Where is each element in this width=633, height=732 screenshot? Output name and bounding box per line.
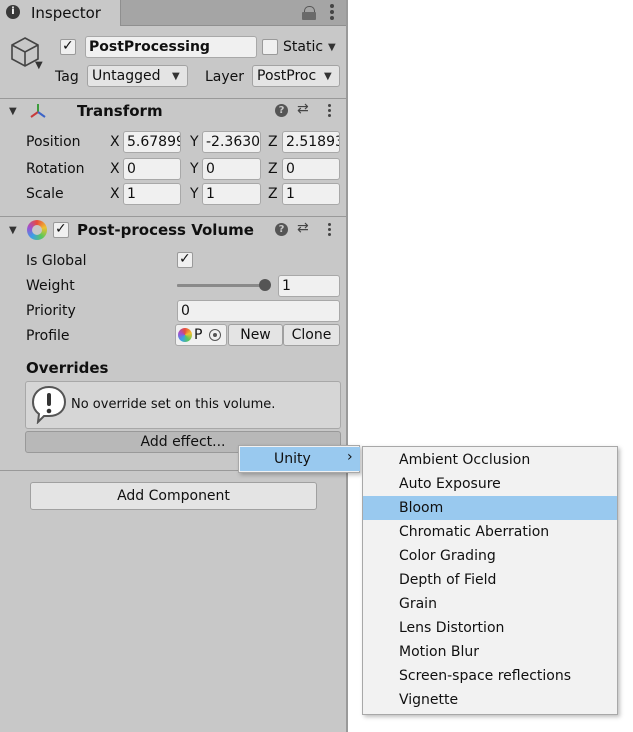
static-dropdown-icon[interactable]: ▼	[328, 42, 336, 53]
color-wheel-center	[32, 225, 42, 235]
menu-item-auto-exposure[interactable]: Auto Exposure	[363, 472, 617, 496]
tag-value: Untagged	[92, 68, 161, 84]
profile-label: Profile	[26, 328, 70, 344]
new-profile-button[interactable]: New	[228, 324, 283, 346]
axis-y-label[interactable]: Y	[190, 132, 199, 152]
axis-y-label[interactable]: Y	[190, 184, 199, 204]
check-mark-icon: ✓	[62, 38, 74, 54]
static-checkbox[interactable]	[262, 39, 278, 55]
weight-slider-track[interactable]	[177, 284, 269, 287]
menu-item-chromatic-aberration[interactable]: Chromatic Aberration	[363, 520, 617, 544]
scale-label: Scale	[26, 186, 64, 202]
layer-value: PostProc	[257, 68, 317, 84]
lock-icon-body	[302, 12, 316, 20]
object-name-field[interactable]: PostProcessing	[85, 36, 257, 58]
layer-label: Layer	[205, 69, 245, 85]
help-icon[interactable]: ?	[275, 223, 288, 236]
transform-axes-icon	[30, 104, 46, 118]
weight-label: Weight	[26, 278, 75, 294]
transform-title: Transform	[77, 102, 163, 120]
preset-icon[interactable]: ⇄	[297, 220, 309, 236]
object-picker-dot	[213, 333, 217, 337]
help-icon[interactable]: ?	[275, 104, 288, 117]
rotation-z-field[interactable]: 0	[282, 158, 340, 180]
axis-z-label[interactable]: Z	[268, 184, 278, 204]
menu-item-grain[interactable]: Grain	[363, 592, 617, 616]
menu-item-bloom[interactable]: Bloom	[363, 496, 617, 520]
tab-title: Inspector	[31, 4, 101, 22]
more-menu-icon[interactable]	[330, 4, 334, 8]
layer-chevron-down-icon: ▼	[324, 71, 332, 82]
menu-item-unity-label: Unity	[274, 451, 311, 467]
menu-item-depth-of-field[interactable]: Depth of Field	[363, 568, 617, 592]
axis-x-label[interactable]: X	[110, 132, 120, 152]
preset-icon[interactable]: ⇄	[297, 101, 309, 117]
rotation-y-field[interactable]: 0	[202, 158, 261, 180]
component-menu-icon[interactable]	[328, 223, 331, 226]
static-label: Static	[283, 39, 324, 55]
menu-item-screen-space-reflections[interactable]: Screen-space reflections	[363, 664, 617, 688]
weight-value-field[interactable]: 1	[278, 275, 340, 297]
axis-x-label[interactable]: X	[110, 159, 120, 179]
scale-x-field[interactable]: 1	[123, 183, 181, 205]
overrides-heading: Overrides	[26, 359, 109, 377]
position-label: Position	[26, 134, 81, 150]
info-icon: i	[6, 5, 20, 19]
profile-asset-icon	[178, 328, 192, 342]
foldout-arrow-icon[interactable]: ▼	[9, 225, 17, 236]
axis-z-label[interactable]: Z	[268, 132, 278, 152]
position-z-field[interactable]: 2.51893	[282, 131, 340, 153]
no-override-message: No override set on this volume.	[71, 397, 276, 412]
scale-z-field[interactable]: 1	[282, 183, 340, 205]
component-menu-icon[interactable]	[328, 104, 331, 107]
weight-slider-thumb[interactable]	[259, 279, 271, 291]
check-mark-icon: ✓	[55, 221, 67, 237]
priority-label: Priority	[26, 303, 76, 319]
add-component-button[interactable]: Add Component	[30, 482, 317, 510]
position-x-field[interactable]: 5.67899	[123, 131, 181, 153]
clone-profile-button[interactable]: Clone	[283, 324, 340, 346]
chevron-right-icon: ›	[347, 449, 353, 465]
menu-item-ambient-occlusion[interactable]: Ambient Occlusion	[363, 448, 617, 472]
menu-item-motion-blur[interactable]: Motion Blur	[363, 640, 617, 664]
menu-item-vignette[interactable]: Vignette	[363, 688, 617, 712]
scale-y-field[interactable]: 1	[202, 183, 261, 205]
panel-divider[interactable]	[346, 0, 348, 732]
position-y-field[interactable]: -2.3630	[202, 131, 261, 153]
divider	[0, 216, 346, 217]
rotation-x-field[interactable]: 0	[123, 158, 181, 180]
menu-item-lens-distortion[interactable]: Lens Distortion	[363, 616, 617, 640]
tag-chevron-down-icon: ▼	[172, 71, 180, 82]
is-global-label: Is Global	[26, 253, 87, 269]
axis-z-label[interactable]: Z	[268, 159, 278, 179]
rotation-label: Rotation	[26, 161, 85, 177]
foldout-arrow-icon[interactable]: ▼	[9, 106, 17, 117]
menu-item-color-grading[interactable]: Color Grading	[363, 544, 617, 568]
profile-value: P	[194, 327, 203, 343]
axis-y-label[interactable]: Y	[190, 159, 199, 179]
axis-x-label[interactable]: X	[110, 184, 120, 204]
divider	[0, 98, 346, 99]
tag-label: Tag	[55, 69, 79, 85]
warning-speech-bubble-icon	[31, 385, 67, 424]
volume-title: Post-process Volume	[77, 221, 254, 239]
check-mark-icon: ✓	[179, 251, 191, 267]
priority-field[interactable]: 0	[177, 300, 340, 322]
effects-submenu: Ambient Occlusion Auto Exposure Bloom Chrom…	[362, 446, 618, 715]
icon-dropdown-icon[interactable]: ▼	[35, 60, 43, 71]
